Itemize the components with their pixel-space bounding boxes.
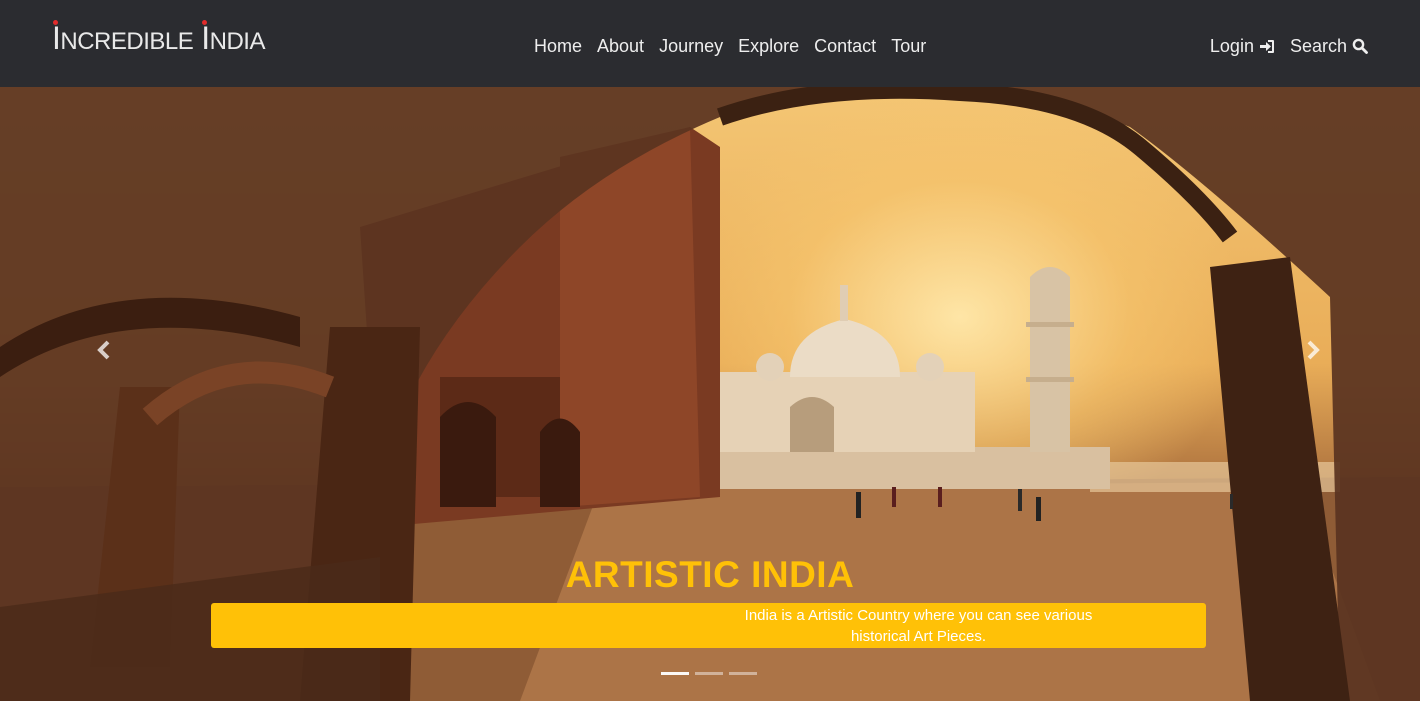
nav-journey[interactable]: Journey	[659, 35, 723, 57]
carousel-indicators	[661, 672, 757, 675]
brand-logo[interactable]: INCREDIBLE INDIA	[52, 20, 265, 54]
slide-title: ARTISTIC INDIA	[565, 554, 855, 595]
hero-carousel: ARTISTIC INDIA India is a Artistic Count…	[0, 87, 1420, 701]
chevron-right-icon	[1307, 340, 1320, 360]
nav-tour[interactable]: Tour	[891, 35, 926, 57]
chevron-left-icon	[97, 340, 110, 360]
nav-links: Home About Journey Explore Contact Tour	[534, 35, 926, 57]
brand-dot	[53, 20, 58, 25]
carousel-indicator-2[interactable]	[695, 672, 723, 675]
nav-right: Login Search	[1210, 35, 1368, 57]
carousel-next-button[interactable]	[1298, 335, 1328, 365]
search-label: Search	[1289, 36, 1347, 56]
sign-in-icon	[1259, 39, 1274, 53]
nav-about[interactable]: About	[597, 35, 644, 57]
search-link[interactable]: Search	[1290, 35, 1368, 57]
navbar: INCREDIBLE INDIA Home About Journey Expl…	[0, 0, 1420, 87]
nav-home[interactable]: Home	[534, 35, 582, 57]
search-icon	[1352, 38, 1368, 54]
slide-caption-text: India is a Artistic Country where you ca…	[744, 607, 1093, 645]
nav-contact[interactable]: Contact	[814, 35, 876, 57]
login-label: Login	[1209, 36, 1254, 56]
nav-explore[interactable]: Explore	[738, 35, 799, 57]
carousel-prev-button[interactable]	[89, 335, 119, 365]
login-link[interactable]: Login	[1210, 35, 1275, 57]
carousel-indicator-1[interactable]	[661, 672, 689, 675]
slide-caption-box: India is a Artistic Country where you ca…	[211, 603, 1206, 648]
carousel-indicator-3[interactable]	[729, 672, 757, 675]
